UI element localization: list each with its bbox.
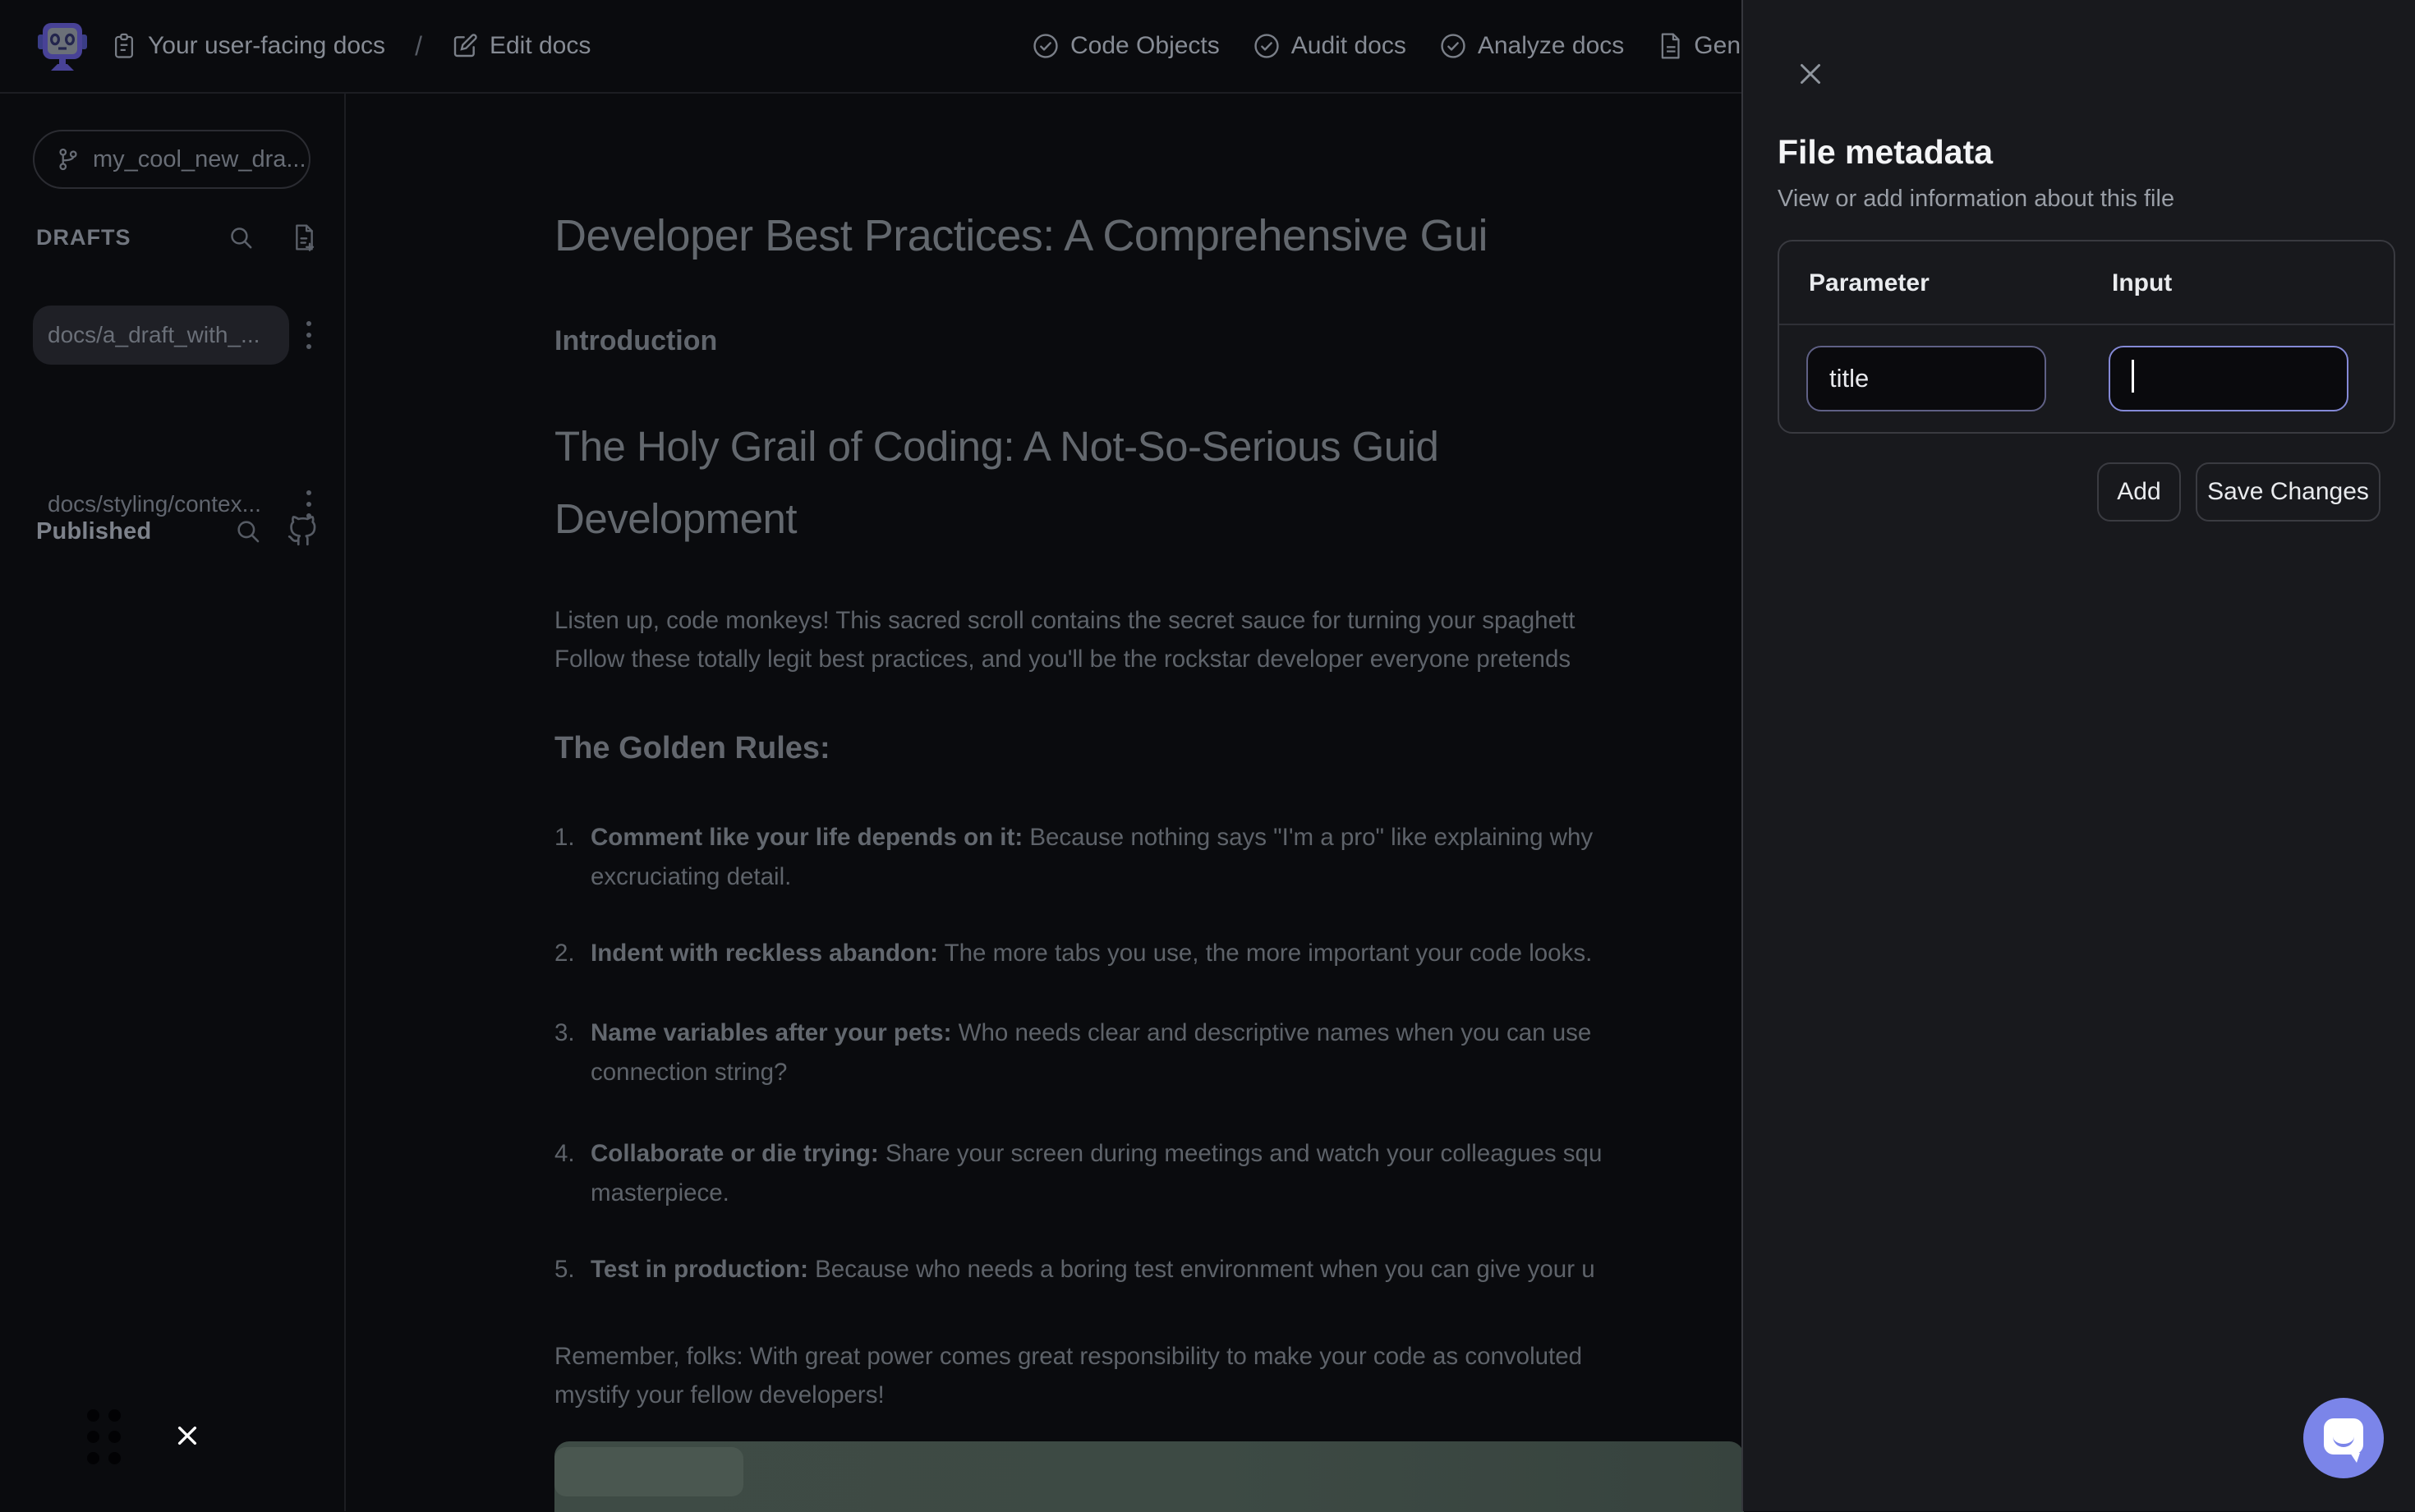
new-file-icon[interactable] (291, 223, 318, 251)
text-cursor (2132, 360, 2134, 393)
breadcrumb-edit-docs[interactable]: Edit docs (452, 32, 591, 60)
branch-selector-button[interactable]: my_cool_new_dra... (33, 130, 310, 189)
breadcrumb-your-docs[interactable]: Your user-facing docs (112, 32, 385, 60)
menu-analyze-docs[interactable]: Analyze docs (1439, 32, 1624, 60)
add-button[interactable]: Add (2097, 462, 2181, 522)
sidebar-item-draft-1[interactable]: docs/a_draft_with_... (33, 306, 289, 365)
breadcrumb: Your user-facing docs / Edit docs (112, 0, 591, 92)
doc-image-tile (554, 1447, 743, 1496)
check-circle-icon (1253, 32, 1281, 60)
panel-title: File metadata (1778, 133, 1993, 172)
list-item-3: 3.Name variables after your pets: Who ne… (554, 1013, 1591, 1092)
git-branch-icon (56, 146, 80, 172)
column-header-input: Input (2112, 269, 2172, 297)
menu-label: Analyze docs (1478, 32, 1624, 60)
file-metadata-drawer: File metadata View or add information ab… (1741, 0, 2415, 1511)
draft-label: docs/styling/contex... (48, 491, 261, 517)
github-icon[interactable] (287, 516, 318, 547)
search-icon[interactable] (234, 517, 262, 545)
doc-heading-h2-line1: The Holy Grail of Coding: A Not-So-Serio… (554, 422, 1438, 471)
doc-embedded-image (554, 1441, 1744, 1512)
menu-audit-docs[interactable]: Audit docs (1253, 32, 1406, 60)
metadata-table: Parameter Input title (1778, 240, 2395, 434)
drafts-title: DRAFTS (36, 225, 131, 250)
chat-bubble-icon (2324, 1418, 2363, 1455)
breadcrumb-label: Your user-facing docs (148, 32, 385, 60)
chat-launcher-button[interactable] (2303, 1398, 2384, 1478)
published-header: Published (36, 516, 318, 547)
parameter-field[interactable]: title (1806, 346, 2046, 411)
menu-label: Audit docs (1291, 32, 1406, 60)
doc-heading-introduction: Introduction (554, 325, 717, 357)
app-logo-robot-icon[interactable] (36, 18, 89, 74)
topbar-menu: Code Objects Audit docs Analyze docs (1032, 0, 1816, 92)
menu-code-objects[interactable]: Code Objects (1032, 32, 1220, 60)
list-item-1: 1.Comment like your life depends on it: … (554, 818, 1593, 897)
input-field[interactable] (2109, 346, 2348, 411)
branch-name: my_cool_new_dra... (93, 146, 306, 173)
doc-heading-golden-rules: The Golden Rules: (554, 731, 830, 766)
widget-close-icon[interactable] (174, 1422, 200, 1449)
list-item-5: 5.Test in production: Because who needs … (554, 1250, 1595, 1289)
check-circle-icon (1032, 32, 1060, 60)
draft-label: docs/a_draft_with_... (48, 322, 260, 348)
document-icon (1657, 32, 1683, 60)
metadata-table-header: Parameter Input (1779, 241, 2394, 325)
edit-icon (452, 33, 478, 59)
published-title: Published (36, 518, 151, 545)
parameter-value: title (1829, 364, 1869, 393)
save-changes-button[interactable]: Save Changes (2196, 462, 2380, 522)
list-item-4: 4.Collaborate or die trying: Share your … (554, 1134, 1602, 1213)
search-icon[interactable] (228, 224, 255, 251)
drafts-header: DRAFTS (36, 223, 318, 251)
panel-subtitle: View or add information about this file (1778, 186, 2174, 213)
doc-paragraph: Remember, folks: With great power comes … (554, 1337, 1582, 1414)
list-item-2: 2.Indent with reckless abandon: The more… (554, 934, 1592, 973)
draft-1-menu-icon[interactable] (292, 306, 325, 365)
breadcrumb-label: Edit docs (490, 32, 591, 60)
breadcrumb-separator: / (415, 31, 422, 62)
menu-label: Code Objects (1070, 32, 1220, 60)
column-header-parameter: Parameter (1809, 269, 1930, 297)
doc-title: Developer Best Practices: A Comprehensiv… (554, 210, 1488, 261)
sidebar: my_cool_new_dra... DRAFTS docs/a_draft_w… (0, 94, 346, 1511)
doc-paragraph: Listen up, code monkeys! This sacred scr… (554, 601, 1575, 678)
clipboard-icon (112, 33, 136, 59)
check-circle-icon (1439, 32, 1467, 60)
doc-heading-h2-line2: Development (554, 494, 797, 543)
close-icon[interactable] (1796, 59, 1825, 89)
drag-handle-dots-icon[interactable] (87, 1409, 122, 1467)
